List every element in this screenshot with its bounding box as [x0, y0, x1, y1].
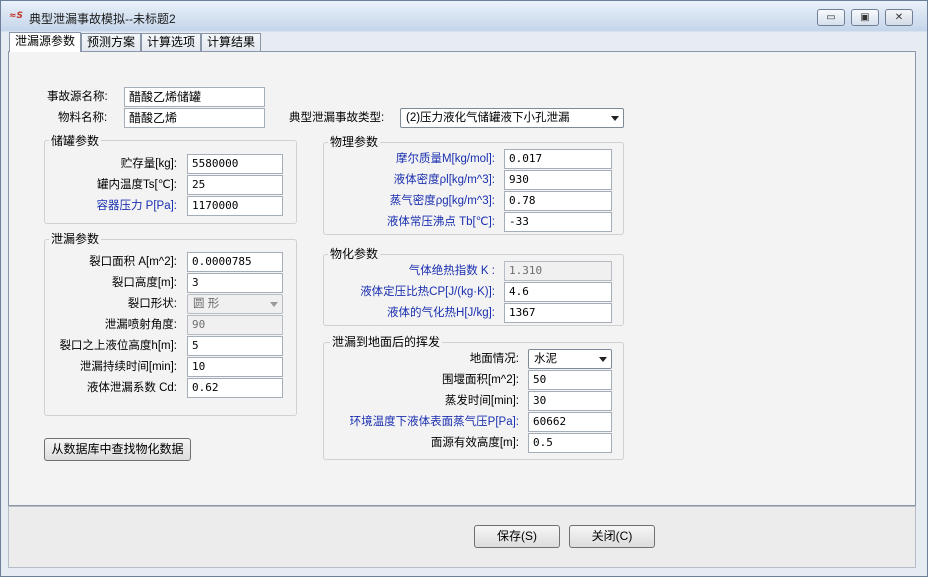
- liquid-density-field[interactable]: 930: [504, 170, 612, 190]
- leak-group-title: 泄漏参数: [49, 232, 102, 246]
- close-window-button[interactable]: ✕: [885, 9, 913, 26]
- liquid-level-field[interactable]: 5: [187, 336, 283, 356]
- chevron-down-icon: [599, 357, 607, 362]
- source-name-field[interactable]: 醋酸乙烯储罐: [124, 87, 265, 107]
- leak-duration-field[interactable]: 10: [187, 357, 283, 377]
- leak-coef-label: 液体泄漏系数 Cd:: [86, 382, 177, 394]
- tank-temp-label: 罐内温度Ts[℃]:: [97, 179, 177, 191]
- boiling-point-field[interactable]: -33: [504, 212, 612, 232]
- storage-amount-field[interactable]: 5580000: [187, 154, 283, 174]
- evaporation-time-field[interactable]: 30: [528, 391, 612, 411]
- minimize-button[interactable]: ▭: [817, 9, 845, 26]
- close-icon: ✕: [894, 12, 904, 23]
- tab-forecast-plan[interactable]: 预测方案: [81, 33, 142, 52]
- specific-heat-label: 液体定压比热CP[J/(kg·K)]:: [360, 286, 495, 298]
- accident-type-label: 典型泄漏事故类型:: [289, 112, 385, 124]
- source-height-label: 面源有效高度[m]:: [430, 437, 519, 449]
- chemical-group-title: 物化参数: [328, 247, 381, 261]
- bottom-button-bar: 保存(S) 关闭(C): [8, 506, 916, 568]
- leak-duration-label: 泄漏持续时间[min]:: [79, 361, 177, 373]
- boiling-point-label: 液体常压沸点 Tb[℃]:: [386, 216, 495, 228]
- tab-calc-results[interactable]: 计算结果: [201, 33, 262, 52]
- minimize-icon: ▭: [826, 12, 836, 23]
- chevron-down-icon: [270, 302, 278, 307]
- jet-angle-field: 90: [187, 315, 283, 335]
- vapor-density-label: 蒸气密度ρg[kg/m^3]:: [389, 195, 495, 207]
- molar-mass-label: 摩尔质量M[kg/mol]:: [395, 153, 495, 165]
- leak-height-label: 裂口高度[m]:: [111, 277, 177, 289]
- cofferdam-area-field[interactable]: 50: [528, 370, 612, 390]
- leak-height-field[interactable]: 3: [187, 273, 283, 293]
- jet-angle-label: 泄漏喷射角度:: [104, 319, 177, 331]
- ground-type-label: 地面情况:: [469, 353, 519, 365]
- leak-shape-value: 圆 形: [193, 298, 220, 310]
- leak-coef-field[interactable]: 0.62: [187, 378, 283, 398]
- vapor-density-field[interactable]: 0.78: [504, 191, 612, 211]
- material-name-field[interactable]: 醋酸乙烯: [124, 108, 265, 128]
- vapor-pressure-label: 环境温度下液体表面蒸气压P[Pa]:: [349, 416, 519, 428]
- maximize-icon: ▣: [860, 12, 870, 23]
- leak-shape-select: 圆 形: [187, 294, 283, 314]
- ground-type-select[interactable]: 水泥: [528, 349, 612, 369]
- evaporation-time-label: 蒸发时间[min]:: [444, 395, 519, 407]
- tab-strip: 泄漏源参数 预测方案 计算选项 计算结果: [9, 32, 262, 52]
- tank-temp-field[interactable]: 25: [187, 175, 283, 195]
- source-height-field[interactable]: 0.5: [528, 433, 612, 453]
- adiabatic-index-field: 1.310: [504, 261, 612, 281]
- leak-area-field[interactable]: 0.0000785: [187, 252, 283, 272]
- accident-type-select[interactable]: (2)压力液化气储罐液下小孔泄漏: [400, 108, 624, 128]
- title-bar: ≈S 典型泄漏事故模拟--未标题2 ▭ ▣ ✕: [1, 1, 927, 31]
- physical-group-title: 物理参数: [328, 135, 381, 149]
- specific-heat-field[interactable]: 4.6: [504, 282, 612, 302]
- vaporization-heat-label: 液体的气化热H[J/kg]:: [387, 307, 495, 319]
- adiabatic-index-label: 气体绝热指数 K :: [408, 265, 495, 277]
- maximize-button[interactable]: ▣: [851, 9, 879, 26]
- leak-shape-label: 裂口形状:: [127, 298, 177, 310]
- close-button[interactable]: 关闭(C): [569, 525, 655, 548]
- lookup-database-button[interactable]: 从数据库中查找物化数据: [44, 438, 191, 461]
- window-title: 典型泄漏事故模拟--未标题2: [29, 12, 176, 26]
- liquid-density-label: 液体密度ρl[kg/m^3]:: [393, 174, 495, 186]
- leak-area-label: 裂口面积 A[m^2]:: [89, 256, 177, 268]
- storage-group-title: 储罐参数: [49, 134, 102, 148]
- material-name-label: 物料名称:: [58, 112, 108, 124]
- app-logo-icon: ≈S: [9, 11, 24, 21]
- vapor-pressure-field[interactable]: 60662: [528, 412, 612, 432]
- tab-source-params[interactable]: 泄漏源参数: [9, 32, 82, 52]
- storage-amount-label: 贮存量[kg]:: [120, 158, 177, 170]
- cofferdam-area-label: 围堰面积[m^2]:: [442, 374, 519, 386]
- molar-mass-field[interactable]: 0.017: [504, 149, 612, 169]
- evaporation-group-title: 泄漏到地面后的挥发: [330, 335, 443, 349]
- main-window: ≈S 典型泄漏事故模拟--未标题2 ▭ ▣ ✕ 泄漏源参数 预测方案 计算选项 …: [0, 0, 928, 577]
- vessel-pressure-label: 容器压力 P[Pa]:: [96, 200, 177, 212]
- vessel-pressure-field[interactable]: 1170000: [187, 196, 283, 216]
- source-name-label: 事故源名称:: [47, 91, 108, 103]
- tab-calc-options[interactable]: 计算选项: [141, 33, 202, 52]
- vaporization-heat-field[interactable]: 1367: [504, 303, 612, 323]
- liquid-level-label: 裂口之上液位高度h[m]:: [59, 340, 177, 352]
- save-button[interactable]: 保存(S): [474, 525, 560, 548]
- chevron-down-icon: [611, 116, 619, 121]
- accident-type-value: (2)压力液化气储罐液下小孔泄漏: [406, 112, 570, 124]
- source-params-panel: 事故源名称: 醋酸乙烯储罐 物料名称: 醋酸乙烯 典型泄漏事故类型: (2)压力…: [8, 51, 916, 506]
- ground-type-value: 水泥: [534, 353, 557, 365]
